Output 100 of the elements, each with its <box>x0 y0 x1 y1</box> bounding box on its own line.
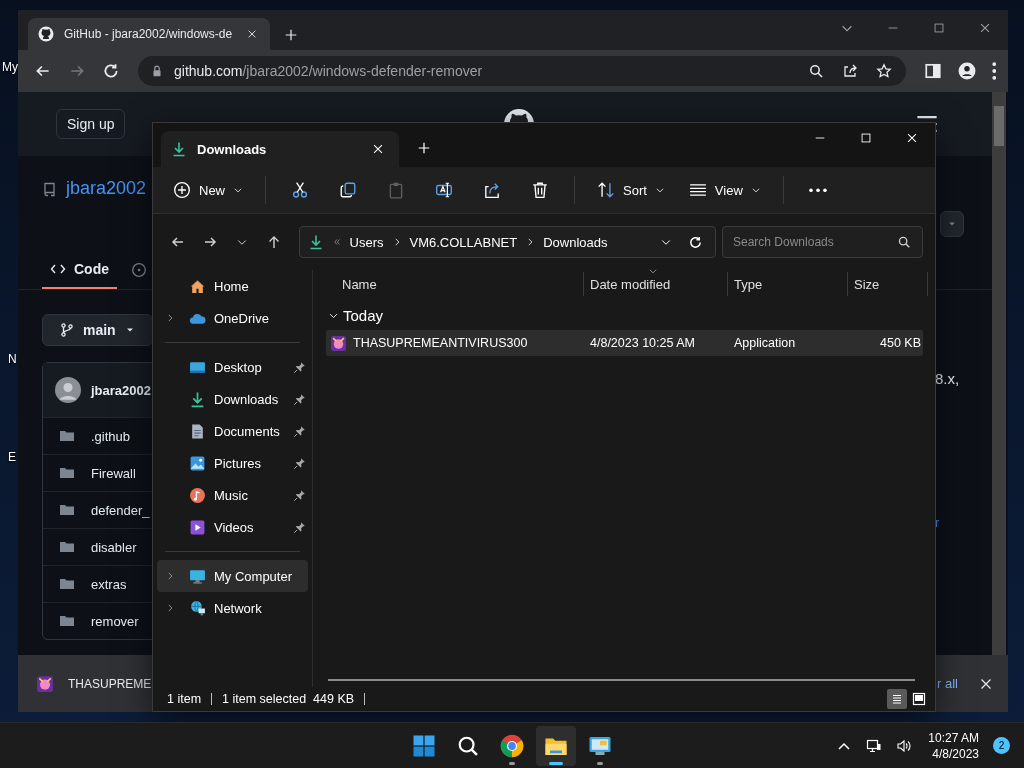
breadcrumb-item[interactable]: VM6.COLLABNET <box>409 234 518 250</box>
share-icon <box>483 181 501 199</box>
new-button[interactable]: New <box>165 172 251 208</box>
file-link[interactable]: extras <box>91 576 127 592</box>
document-icon <box>189 422 206 440</box>
desktop-icon-label[interactable]: My <box>2 60 18 74</box>
more-icon <box>808 187 827 193</box>
monitor-icon <box>189 567 206 585</box>
folder-icon <box>59 502 75 518</box>
scrollbar[interactable] <box>992 92 1006 655</box>
repo-owner-link[interactable]: jbara2002 <box>66 178 147 199</box>
search-field[interactable]: Search Downloads <box>722 226 923 258</box>
profile-icon <box>957 62 976 80</box>
logo-icon <box>38 26 54 42</box>
search-icon <box>457 734 479 757</box>
file-link[interactable]: remover <box>91 613 139 629</box>
column-header[interactable]: Type <box>728 272 848 296</box>
file-link[interactable]: Firewall <box>91 465 136 481</box>
maximize-icon <box>859 131 873 145</box>
file-name: THASUPREMEANTIVIRUS300 <box>353 336 528 350</box>
folder-icon <box>59 465 75 481</box>
desktop-icon-label[interactable]: E <box>8 450 16 464</box>
rename-icon <box>435 181 453 199</box>
nav-item[interactable]: Videos <box>157 511 308 543</box>
nav-item[interactable]: Downloads <box>157 383 308 415</box>
branch-icon <box>59 322 75 338</box>
nav-item[interactable]: Pictures <box>157 447 308 479</box>
nav-item[interactable]: OneDrive <box>157 302 308 334</box>
copy-icon <box>339 181 357 199</box>
circle-dot-icon <box>131 262 147 278</box>
repo-icon <box>42 180 58 197</box>
nav-item[interactable]: Music <box>157 479 308 511</box>
browser-icon <box>500 733 524 758</box>
search-icon <box>897 235 911 249</box>
file-link[interactable]: disabler <box>91 539 137 555</box>
more-icon <box>991 62 996 80</box>
group-header[interactable]: Today <box>326 300 927 330</box>
explorer-tab[interactable]: Downloads <box>161 131 399 167</box>
star-icon <box>875 63 892 79</box>
clock-time: 10:27 AM <box>928 730 979 745</box>
clock-date: 4/8/2023 <box>932 746 979 761</box>
column-header[interactable]: Size <box>848 272 928 296</box>
close-icon <box>905 131 919 145</box>
chevron-down-icon <box>654 185 665 195</box>
house-icon <box>189 277 206 295</box>
clipboard-icon <box>387 181 405 199</box>
file-size: 450 KB <box>879 336 922 350</box>
download-icon <box>171 141 187 157</box>
nav-item[interactable]: My Computer <box>157 560 308 592</box>
reload-icon <box>102 62 120 80</box>
sign-up-button[interactable]: Sign up <box>56 109 126 139</box>
horizontal-scrollbar[interactable] <box>328 679 915 681</box>
chevron-down-icon <box>750 185 761 195</box>
speaker-icon <box>896 737 913 754</box>
picture-icon <box>189 454 206 472</box>
notification-badge[interactable]: 2 <box>993 737 1010 754</box>
search-icon <box>807 63 824 79</box>
file-date: 4/8/2023 10:25 AM <box>589 336 696 350</box>
folder-icon <box>59 539 75 555</box>
folder-icon <box>59 428 75 444</box>
desktop-icon-label[interactable]: N <box>8 352 17 366</box>
scissors-icon <box>291 181 309 199</box>
network-icon <box>189 599 206 617</box>
branch-button[interactable]: main <box>42 314 153 346</box>
windows-logo-icon <box>412 733 436 758</box>
side-panel-icon <box>923 62 942 80</box>
file-explorer-button[interactable] <box>536 725 576 766</box>
clock[interactable]: 10:27 AM 4/8/2023 <box>922 730 985 761</box>
view-button[interactable]: View <box>680 172 769 208</box>
address-bar[interactable]: Users VM6.COLLABNET Downloads <box>298 226 716 258</box>
file-type: Application <box>733 336 797 350</box>
app-icon <box>330 334 347 352</box>
column-header[interactable]: Name <box>326 272 584 296</box>
show-all-link[interactable]: r all <box>937 676 958 691</box>
nav-item[interactable]: Desktop <box>157 351 308 383</box>
breadcrumb-item[interactable]: Downloads <box>543 234 608 250</box>
refresh-icon <box>687 234 703 250</box>
sort-button[interactable]: Sort <box>589 172 673 208</box>
nav-item[interactable]: Home <box>157 270 308 302</box>
code-tab[interactable]: Code <box>42 251 117 289</box>
breadcrumb-item[interactable]: Users <box>349 234 384 250</box>
item-count: 1 item <box>167 693 213 705</box>
nav-item[interactable]: Network <box>157 592 308 624</box>
file-link[interactable]: .github <box>91 428 131 444</box>
file-link[interactable]: defender_ <box>91 502 150 518</box>
file-row[interactable]: THASUPREMEANTIVIRUS300 4/8/2023 10:25 AM Application 450 KB <box>326 330 923 356</box>
column-header[interactable]: Date modified <box>584 272 728 296</box>
double-chevron-icon <box>331 237 342 247</box>
browser-tab[interactable]: GitHub - jbara2002/windows-de <box>28 18 270 50</box>
download-file-name[interactable]: THASUPREME <box>68 676 152 691</box>
music-icon <box>189 486 206 504</box>
sort-arrows-icon <box>597 181 615 199</box>
nav-item[interactable]: Documents <box>157 415 308 447</box>
details-view-button[interactable] <box>887 689 907 709</box>
avatar-icon <box>55 377 81 403</box>
chevron-down-icon <box>233 185 243 195</box>
folder-icon <box>59 613 75 629</box>
close-icon <box>371 142 385 156</box>
download-icon <box>189 390 206 408</box>
address-bar[interactable]: github.com/jbara2002/windows-defender-remover <box>138 56 906 86</box>
